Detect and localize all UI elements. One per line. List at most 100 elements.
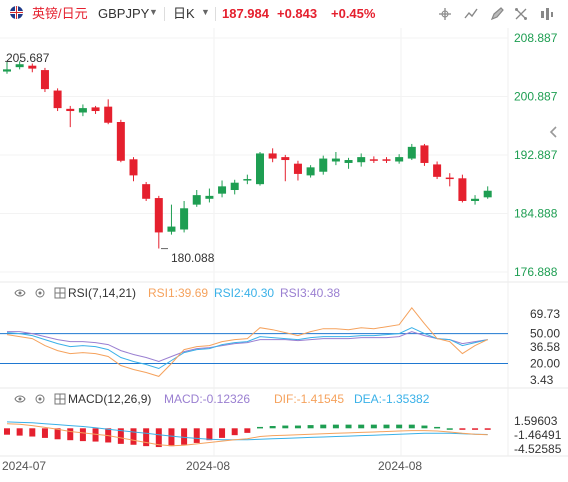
- candle-body: [40, 70, 49, 90]
- eye-icon[interactable]: [14, 393, 26, 405]
- low-annotation: 180.088: [171, 251, 215, 265]
- macd-histogram-bar: [67, 428, 74, 441]
- candle-body: [192, 195, 201, 205]
- macd-histogram-bar: [29, 428, 36, 437]
- candle-body: [230, 182, 239, 191]
- macd-histogram-bar: [79, 428, 86, 442]
- price-tick-label: 208.887: [514, 31, 558, 45]
- date-label: 2024-07: [2, 459, 46, 473]
- candle-body: [53, 90, 62, 109]
- candle-body: [458, 178, 467, 201]
- macd-histogram-bar: [282, 425, 289, 429]
- macd-histogram-bar: [244, 428, 251, 433]
- macd-histogram-bar: [143, 428, 150, 447]
- candle-body: [293, 163, 302, 174]
- candle-body: [142, 184, 151, 199]
- macd-histogram-bar: [421, 425, 428, 429]
- candle-body: [445, 177, 454, 180]
- macd-histogram-bar: [484, 428, 491, 430]
- macd-histogram-bar: [4, 428, 10, 435]
- candle-body: [382, 159, 391, 161]
- date-label: 2024-08: [378, 459, 422, 473]
- macd-tick-label: 1.59603: [514, 414, 558, 428]
- price-tick-label: 200.887: [514, 90, 558, 104]
- grid-icon[interactable]: [54, 393, 66, 405]
- macd-histogram-bar: [307, 425, 314, 429]
- rsi-name: RSI(7,14,21): [68, 286, 137, 300]
- dif-value: DIF:-1.41545: [274, 392, 345, 406]
- grid-icon[interactable]: [54, 287, 66, 299]
- eye-icon[interactable]: [14, 287, 26, 299]
- macd-histogram-bar: [16, 428, 23, 436]
- candle-body: [433, 164, 442, 177]
- candle-body: [205, 195, 214, 199]
- candle-body: [369, 159, 378, 161]
- expand-panel-button[interactable]: [540, 118, 568, 146]
- candle-body: [243, 179, 252, 181]
- dea-value: DEA:-1.35382: [354, 392, 430, 406]
- candle-body: [319, 158, 328, 172]
- rsi2-value: RSI2:40.30: [214, 286, 275, 300]
- dif-line: [6, 423, 488, 447]
- settings-gear-icon[interactable]: [34, 393, 46, 405]
- macd-histogram-bar: [181, 428, 188, 445]
- rsi-tick-label: 69.73: [530, 307, 560, 321]
- candle-body: [256, 153, 264, 185]
- candle-body: [344, 160, 353, 163]
- macd-histogram-bar: [345, 424, 352, 429]
- macd-histogram-bar: [206, 428, 213, 441]
- candle-body: [357, 157, 366, 163]
- rsi-tick-label: 36.58: [530, 340, 560, 354]
- candle-body: [167, 226, 176, 232]
- candle-body: [91, 107, 100, 112]
- settings-gear-icon[interactable]: [34, 287, 46, 299]
- rsi-tick-label: 50.00: [530, 327, 560, 341]
- macd-histogram-bar: [219, 428, 226, 438]
- macd-histogram-bar: [320, 424, 327, 429]
- macd-histogram-bar: [130, 428, 137, 445]
- rsi3-line: [7, 331, 488, 363]
- rsi-tick-label: 20.00: [530, 357, 560, 371]
- macd-value: MACD:-0.12326: [164, 392, 251, 406]
- rsi1-value: RSI1:39.69: [148, 286, 209, 300]
- candle-body: [3, 69, 11, 72]
- candle-body: [395, 157, 404, 162]
- candle-body: [407, 146, 416, 159]
- macd-histogram-bar: [193, 428, 200, 443]
- macd-histogram-bar: [358, 424, 365, 429]
- candle-body: [483, 190, 492, 198]
- price-tick-label: 184.888: [514, 206, 558, 220]
- macd-histogram-bar: [231, 428, 238, 436]
- macd-histogram-bar: [459, 428, 466, 430]
- macd-histogram-bar: [269, 426, 276, 429]
- candle-body: [218, 186, 227, 194]
- macd-histogram-bar: [434, 426, 441, 429]
- candle-body: [28, 65, 37, 69]
- candle-body: [306, 167, 315, 176]
- price-chart[interactable]: 208.887 200.887 192.887 184.888 176.888 69.73…: [0, 0, 568, 482]
- macd-histogram-bar: [396, 424, 403, 429]
- high-annotation: 205.687: [6, 51, 50, 65]
- macd-histogram-bar: [472, 428, 479, 430]
- macd-histogram-bar: [294, 425, 301, 429]
- candle-body: [104, 106, 113, 123]
- candle-body: [154, 198, 163, 233]
- candle-body: [331, 158, 340, 162]
- date-label: 2024-08: [186, 459, 230, 473]
- macd-histogram-bar: [257, 426, 263, 429]
- macd-histogram-bar: [383, 424, 390, 429]
- price-tick-label: 192.887: [514, 148, 558, 162]
- macd-histogram-bar: [408, 424, 415, 429]
- macd-histogram-bar: [41, 428, 48, 438]
- macd-name: MACD(12,26,9): [68, 392, 152, 406]
- price-tick-label: 176.888: [514, 265, 558, 279]
- macd-tick-label: -4.52585: [514, 442, 562, 456]
- macd-histogram-bar: [446, 428, 453, 430]
- candle-body: [420, 145, 429, 163]
- candle-body: [78, 108, 87, 113]
- macd-histogram-bar: [168, 428, 175, 447]
- candle-body: [471, 198, 480, 201]
- candle-body: [268, 153, 277, 159]
- macd-histogram-bar: [332, 424, 339, 429]
- rsi3-value: RSI3:40.38: [280, 286, 341, 300]
